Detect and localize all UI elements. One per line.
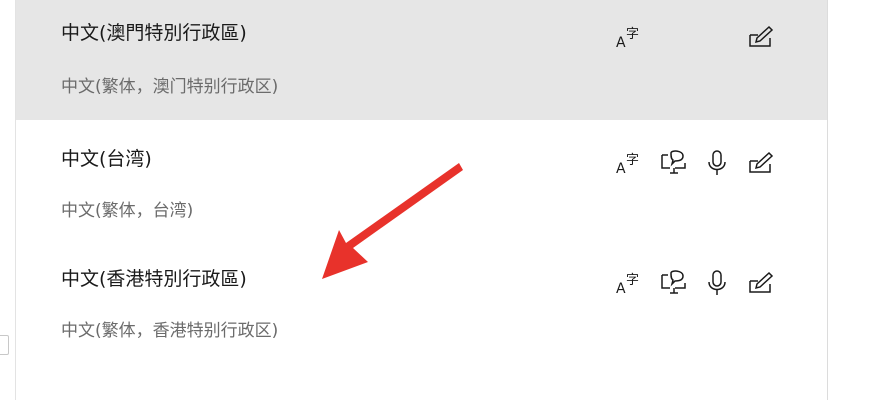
svg-text:字: 字 bbox=[626, 153, 639, 168]
language-name: 中文(澳門特別行政區) bbox=[61, 22, 247, 44]
left-window-edge bbox=[0, 0, 16, 400]
preferred-languages-list: 中文(澳門特別行政區) 中文(繁体，澳门特别行政区) A 字 中文(台湾) 中文… bbox=[16, 0, 828, 400]
language-description: 中文(繁体，澳门特别行政区) bbox=[61, 77, 279, 97]
text-to-speech-icon bbox=[658, 268, 688, 298]
handwriting-icon bbox=[746, 148, 776, 178]
language-item-macao[interactable]: 中文(澳門特別行政區) 中文(繁体，澳门特别行政区) A 字 bbox=[16, 0, 827, 120]
language-item-hongkong[interactable]: 中文(香港特別行政區) 中文(繁体，香港特别行政区) A 字 bbox=[16, 240, 827, 360]
language-description: 中文(繁体，台湾) bbox=[61, 201, 194, 221]
right-background bbox=[828, 0, 870, 400]
display-language-icon: A 字 bbox=[614, 148, 644, 178]
svg-text:A: A bbox=[616, 161, 626, 177]
language-name: 中文(香港特別行政區) bbox=[61, 268, 247, 290]
language-item-taiwan[interactable]: 中文(台湾) 中文(繁体，台湾) A 字 bbox=[16, 120, 827, 240]
display-language-icon: A 字 bbox=[614, 268, 644, 298]
handwriting-icon bbox=[746, 22, 776, 52]
speech-recognition-icon bbox=[702, 148, 732, 178]
display-language-icon: A 字 bbox=[614, 22, 644, 52]
speech-recognition-icon bbox=[702, 268, 732, 298]
language-description: 中文(繁体，香港特别行政区) bbox=[61, 321, 279, 341]
svg-text:A: A bbox=[616, 281, 626, 297]
window-edge-tab bbox=[0, 335, 9, 355]
language-name: 中文(台湾) bbox=[61, 148, 152, 170]
text-to-speech-icon bbox=[658, 148, 688, 178]
svg-text:A: A bbox=[616, 35, 626, 51]
svg-text:字: 字 bbox=[626, 273, 639, 288]
handwriting-icon bbox=[746, 268, 776, 298]
svg-text:字: 字 bbox=[626, 27, 639, 42]
